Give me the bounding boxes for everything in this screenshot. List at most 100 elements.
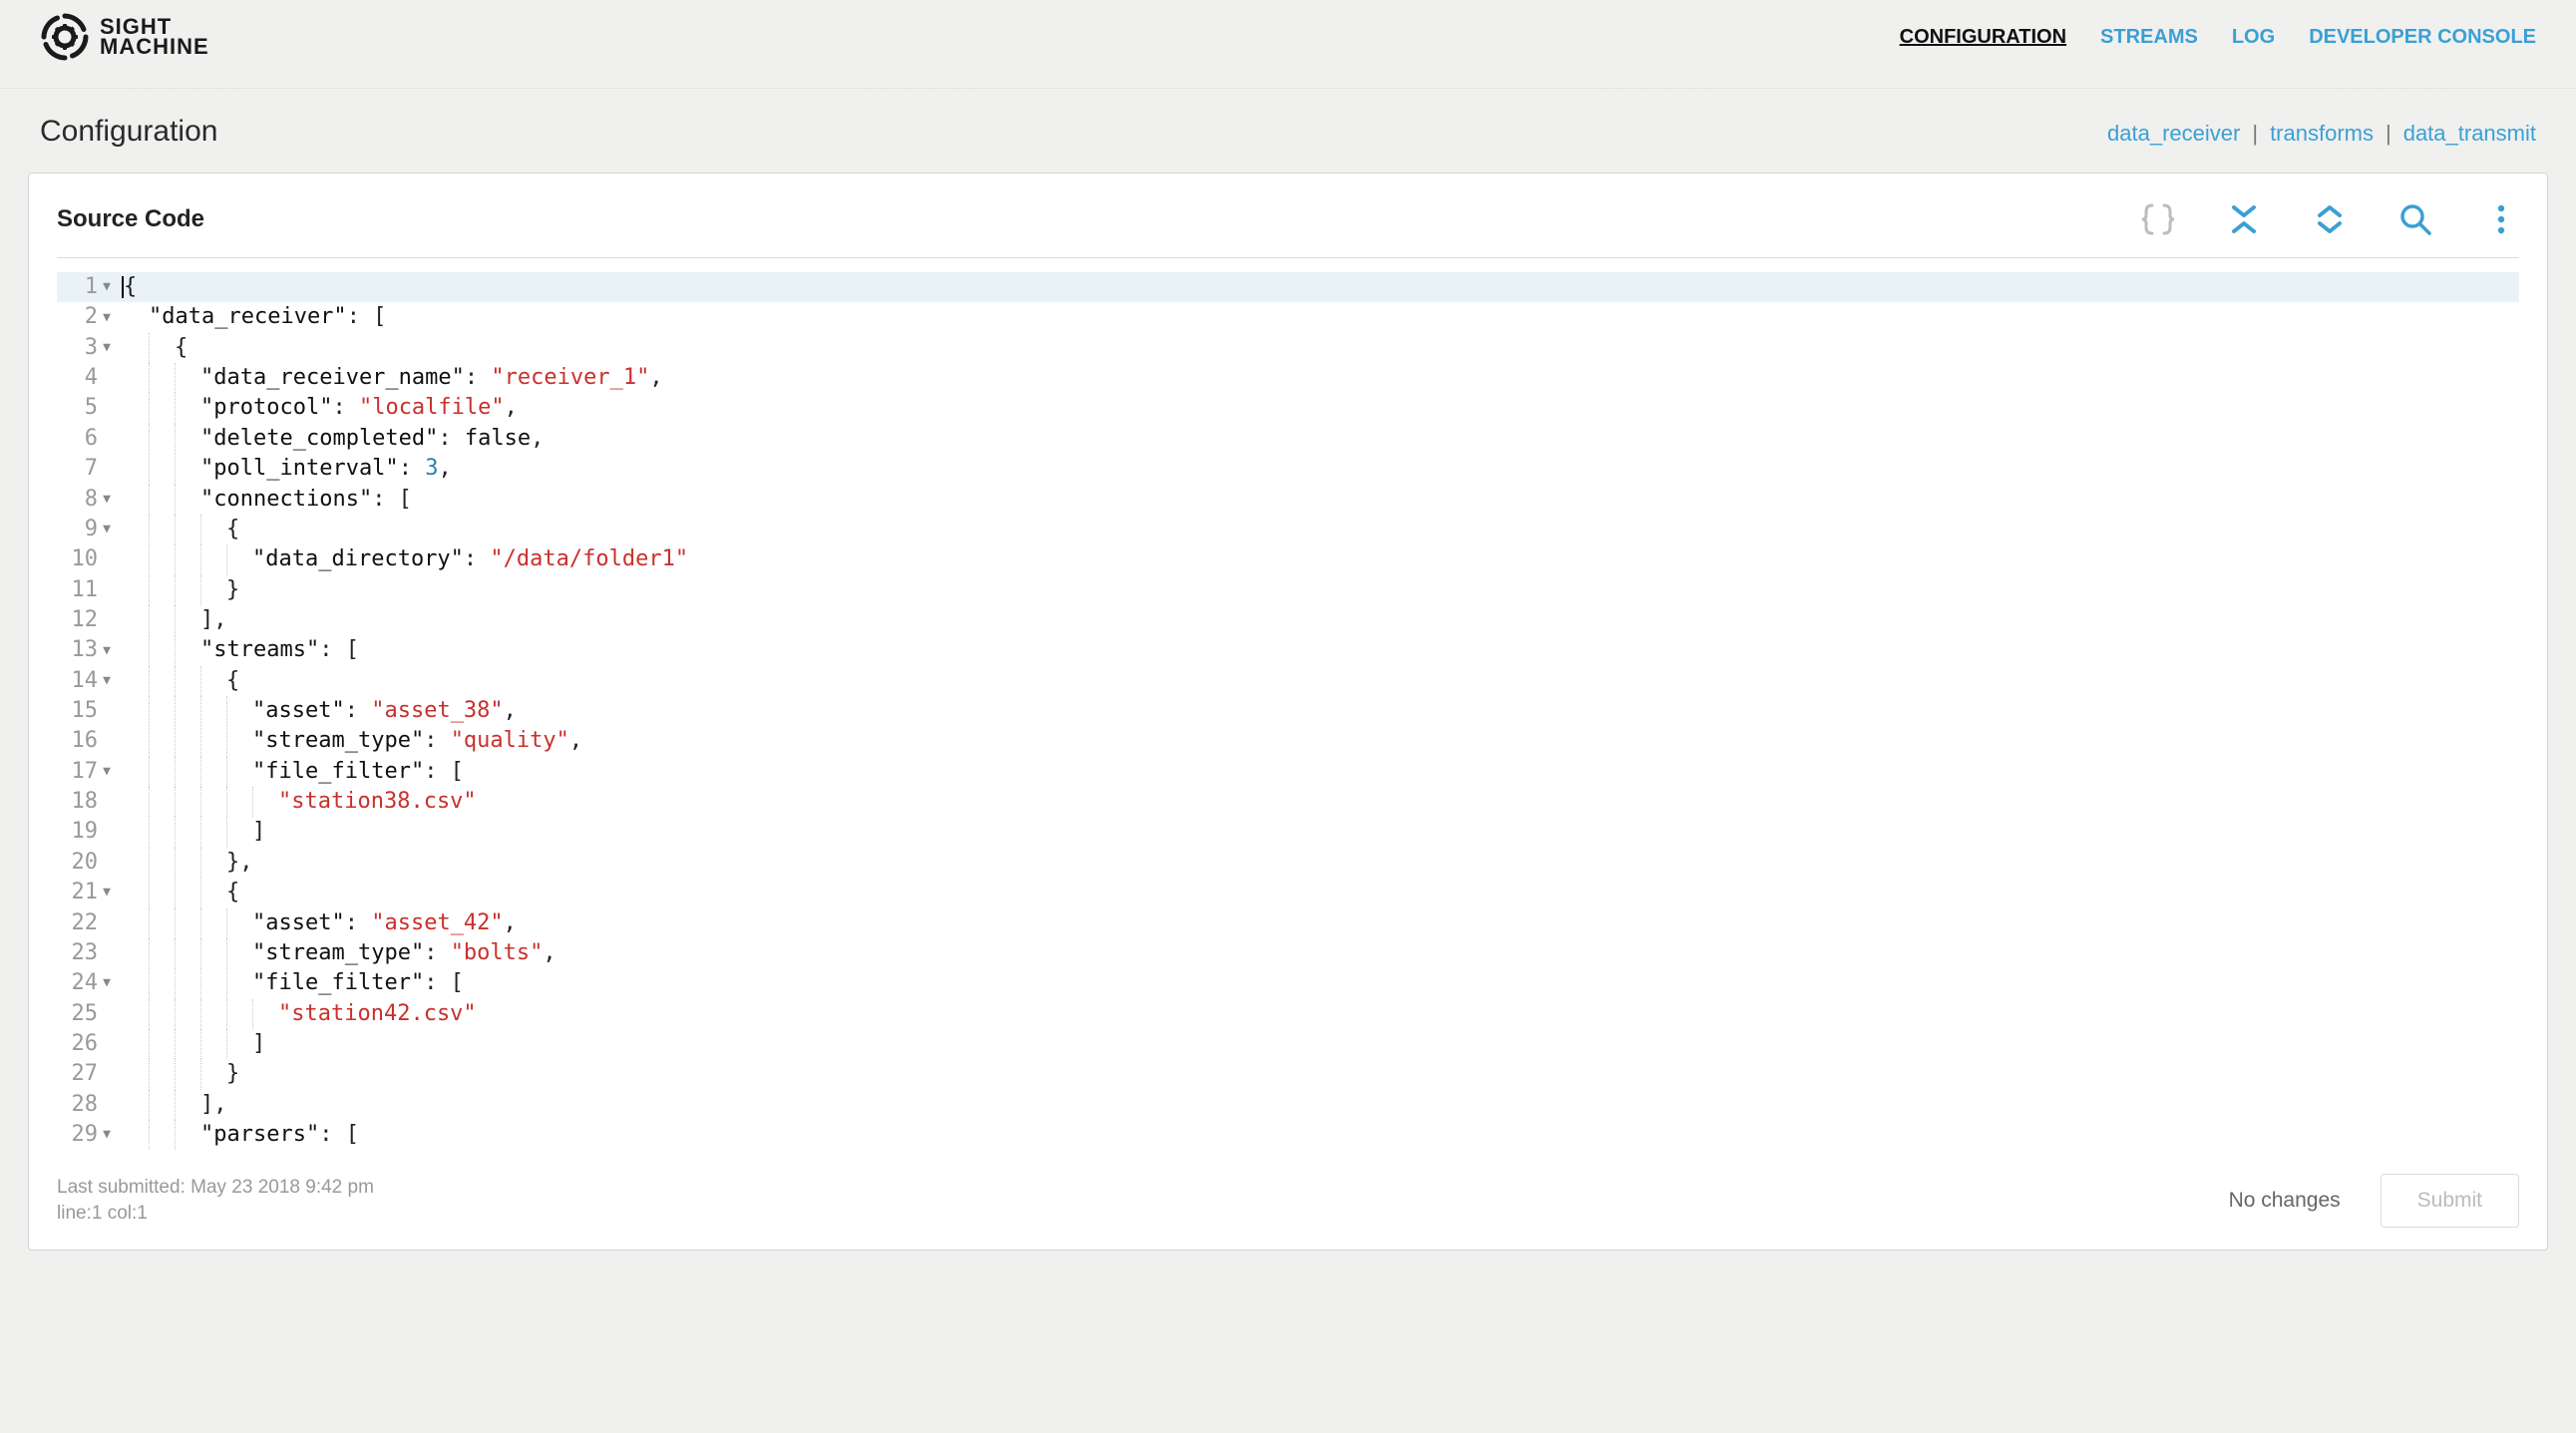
format-json-button[interactable] (2140, 201, 2176, 237)
fold-arrow-icon[interactable]: ▼ (101, 1126, 111, 1144)
editor-line[interactable]: 20}, (57, 848, 2519, 878)
gutter[interactable]: 28 (57, 1090, 117, 1120)
nav-log[interactable]: LOG (2232, 26, 2275, 49)
editor-line[interactable]: 9▼{ (57, 515, 2519, 544)
code-cell[interactable]: "stream_type": "bolts", (117, 938, 2519, 968)
gutter[interactable]: 8▼ (57, 485, 117, 515)
code-cell[interactable]: "protocol": "localfile", (117, 393, 2519, 423)
editor-line[interactable]: 23"stream_type": "bolts", (57, 938, 2519, 968)
gutter[interactable]: 10 (57, 544, 117, 574)
editor-line[interactable]: 16"stream_type": "quality", (57, 726, 2519, 756)
code-cell[interactable]: "station42.csv" (117, 999, 2519, 1029)
code-cell[interactable]: } (117, 1059, 2519, 1089)
editor-line[interactable]: 5"protocol": "localfile", (57, 393, 2519, 423)
code-cell[interactable]: }, (117, 848, 2519, 878)
editor-line[interactable]: 19] (57, 817, 2519, 847)
gutter[interactable]: 12 (57, 605, 117, 635)
editor-line[interactable]: 6"delete_completed": false, (57, 424, 2519, 454)
code-cell[interactable]: ] (117, 817, 2519, 847)
editor-line[interactable]: 4"data_receiver_name": "receiver_1", (57, 363, 2519, 393)
code-cell[interactable]: ], (117, 1090, 2519, 1120)
code-cell[interactable]: "data_directory": "/data/folder1" (117, 544, 2519, 574)
expand-all-button[interactable] (2312, 201, 2348, 237)
gutter[interactable]: 1▼ (57, 272, 117, 302)
code-cell[interactable]: ], (117, 605, 2519, 635)
gutter[interactable]: 18 (57, 787, 117, 817)
fold-arrow-icon[interactable]: ▼ (101, 521, 111, 538)
editor-line[interactable]: 3▼{ (57, 333, 2519, 363)
more-menu-button[interactable] (2483, 201, 2519, 237)
editor-line[interactable]: 7"poll_interval": 3, (57, 454, 2519, 484)
gutter[interactable]: 24▼ (57, 968, 117, 998)
gutter[interactable]: 26 (57, 1029, 117, 1059)
code-cell[interactable]: "station38.csv" (117, 787, 2519, 817)
editor-line[interactable]: 21▼{ (57, 878, 2519, 907)
code-cell[interactable]: { (117, 515, 2519, 544)
editor-line[interactable]: 28], (57, 1090, 2519, 1120)
code-editor[interactable]: 1▼{2▼"data_receiver": [3▼{4"data_receive… (57, 272, 2519, 1150)
code-cell[interactable]: ] (117, 1029, 2519, 1059)
subnav-data-receiver[interactable]: data_receiver (2107, 121, 2240, 147)
fold-arrow-icon[interactable]: ▼ (101, 672, 111, 690)
code-cell[interactable]: "asset": "asset_42", (117, 908, 2519, 938)
gutter[interactable]: 29▼ (57, 1120, 117, 1150)
nav-developer-console[interactable]: DEVELOPER CONSOLE (2309, 26, 2536, 49)
code-cell[interactable]: "delete_completed": false, (117, 424, 2519, 454)
gutter[interactable]: 23 (57, 938, 117, 968)
fold-arrow-icon[interactable]: ▼ (101, 339, 111, 357)
editor-line[interactable]: 27} (57, 1059, 2519, 1089)
code-cell[interactable]: { (117, 333, 2519, 363)
editor-line[interactable]: 17▼"file_filter": [ (57, 757, 2519, 787)
gutter[interactable]: 20 (57, 848, 117, 878)
editor-line[interactable]: 10"data_directory": "/data/folder1" (57, 544, 2519, 574)
fold-arrow-icon[interactable]: ▼ (101, 491, 111, 509)
code-cell[interactable]: "poll_interval": 3, (117, 454, 2519, 484)
editor-line[interactable]: 1▼{ (57, 272, 2519, 302)
fold-arrow-icon[interactable]: ▼ (101, 278, 111, 296)
fold-arrow-icon[interactable]: ▼ (101, 974, 111, 992)
editor-line[interactable]: 29▼"parsers": [ (57, 1120, 2519, 1150)
code-cell[interactable]: } (117, 575, 2519, 605)
gutter[interactable]: 25 (57, 999, 117, 1029)
editor-line[interactable]: 22"asset": "asset_42", (57, 908, 2519, 938)
code-cell[interactable]: { (117, 878, 2519, 907)
gutter[interactable]: 5 (57, 393, 117, 423)
fold-arrow-icon[interactable]: ▼ (101, 763, 111, 781)
editor-line[interactable]: 12], (57, 605, 2519, 635)
nav-configuration[interactable]: CONFIGURATION (1900, 26, 2066, 49)
gutter[interactable]: 13▼ (57, 635, 117, 665)
gutter[interactable]: 14▼ (57, 666, 117, 696)
editor-line[interactable]: 26] (57, 1029, 2519, 1059)
nav-streams[interactable]: STREAMS (2100, 26, 2198, 49)
collapse-all-button[interactable] (2226, 201, 2262, 237)
editor-line[interactable]: 24▼"file_filter": [ (57, 968, 2519, 998)
code-cell[interactable]: "streams": [ (117, 635, 2519, 665)
gutter[interactable]: 22 (57, 908, 117, 938)
gutter[interactable]: 9▼ (57, 515, 117, 544)
code-cell[interactable]: "stream_type": "quality", (117, 726, 2519, 756)
code-cell[interactable]: { (117, 272, 2519, 302)
gutter[interactable]: 19 (57, 817, 117, 847)
gutter[interactable]: 2▼ (57, 302, 117, 332)
gutter[interactable]: 27 (57, 1059, 117, 1089)
code-cell[interactable]: "connections": [ (117, 485, 2519, 515)
search-button[interactable] (2397, 201, 2433, 237)
code-cell[interactable]: "data_receiver": [ (117, 302, 2519, 332)
editor-line[interactable]: 2▼"data_receiver": [ (57, 302, 2519, 332)
editor-line[interactable]: 11} (57, 575, 2519, 605)
gutter[interactable]: 6 (57, 424, 117, 454)
subnav-data-transmit[interactable]: data_transmit (2403, 121, 2536, 147)
submit-button[interactable]: Submit (2381, 1174, 2519, 1228)
editor-line[interactable]: 8▼"connections": [ (57, 485, 2519, 515)
gutter[interactable]: 3▼ (57, 333, 117, 363)
subnav-transforms[interactable]: transforms (2270, 121, 2374, 147)
gutter[interactable]: 15 (57, 696, 117, 726)
fold-arrow-icon[interactable]: ▼ (101, 884, 111, 901)
code-cell[interactable]: "parsers": [ (117, 1120, 2519, 1150)
code-cell[interactable]: "data_receiver_name": "receiver_1", (117, 363, 2519, 393)
editor-line[interactable]: 15"asset": "asset_38", (57, 696, 2519, 726)
gutter[interactable]: 17▼ (57, 757, 117, 787)
code-cell[interactable]: "file_filter": [ (117, 757, 2519, 787)
editor-line[interactable]: 13▼"streams": [ (57, 635, 2519, 665)
gutter[interactable]: 4 (57, 363, 117, 393)
